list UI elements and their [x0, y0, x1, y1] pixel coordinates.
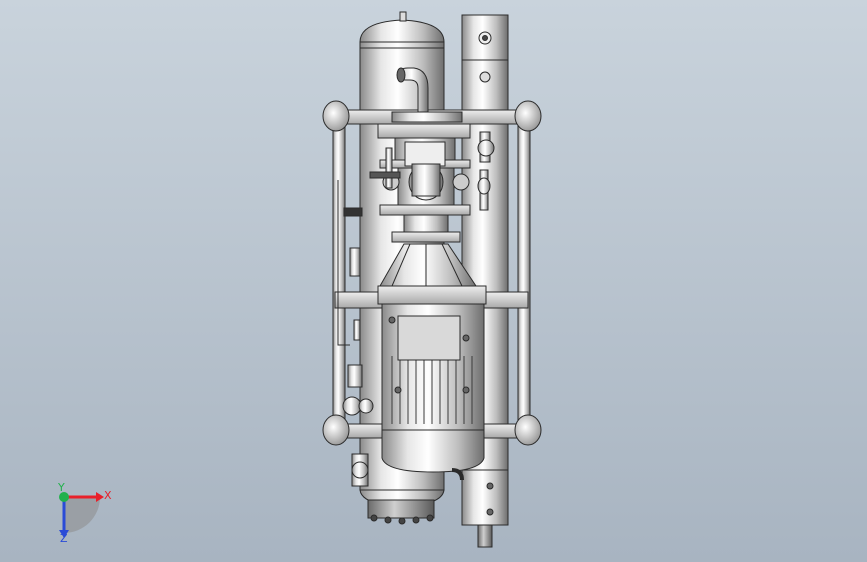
x-arrowhead-icon	[96, 492, 104, 502]
electric-motor[interactable]	[381, 303, 485, 473]
view-orientation-triad[interactable]: X Y Z	[57, 481, 112, 545]
y-axis-label: Y	[57, 481, 65, 494]
graphics-viewport[interactable]: X Y Z	[0, 0, 867, 562]
z-axis-label: Z	[60, 532, 68, 545]
x-axis-label: X	[104, 489, 112, 502]
triad-quadrant	[64, 497, 100, 533]
cad-model-view[interactable]: X Y Z	[0, 0, 867, 562]
